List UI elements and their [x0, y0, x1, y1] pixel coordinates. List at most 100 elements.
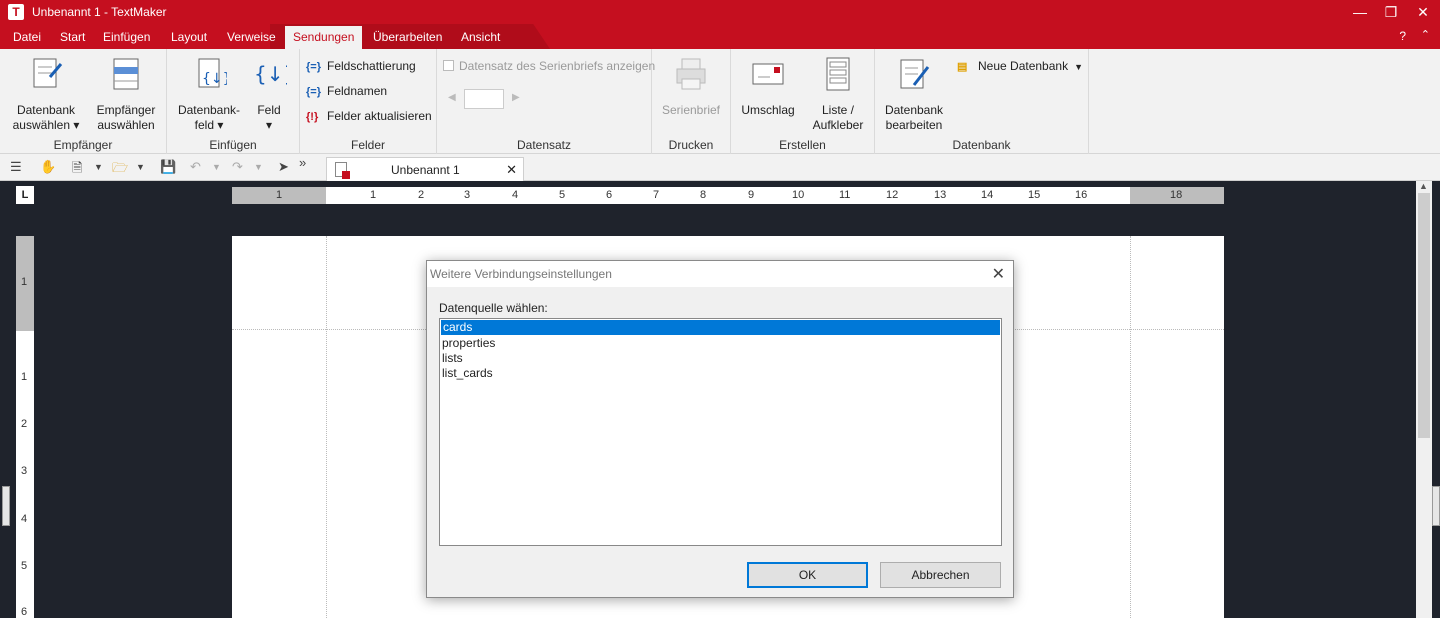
pointer-icon[interactable]: ➤: [278, 159, 289, 175]
field-shading-icon: {=}: [306, 61, 321, 73]
group-einfuegen: {↓} Datenbank- feld ▾ {↓} Feld ▾ Einfüge…: [167, 49, 300, 154]
umschlag-button[interactable]: Umschlag: [737, 55, 799, 118]
title-bar: T Unbenannt 1 - TextMaker — ❐ ✕: [0, 0, 1440, 24]
empfaenger-auswaehlen-button[interactable]: Empfänger auswählen: [90, 55, 162, 133]
textmaker-app-icon[interactable]: T: [8, 4, 24, 20]
open-folder-icon[interactable]: 🗁: [112, 159, 128, 181]
record-number-input[interactable]: [464, 89, 504, 109]
minimize-icon[interactable]: —: [1350, 2, 1370, 22]
ruler-number: 11: [839, 189, 851, 201]
liste-aufkleber-button[interactable]: Liste / Aufkleber: [805, 55, 871, 133]
group-label-datenbank: Datenbank: [952, 138, 1011, 152]
left-sidebar-handle[interactable]: [2, 486, 10, 526]
datensatz-anzeigen-checkbox[interactable]: Datensatz des Serienbriefs anzeigen: [443, 59, 655, 73]
new-document-icon[interactable]: 🗎: [72, 159, 82, 181]
list-item[interactable]: properties: [440, 336, 1001, 351]
menu-start[interactable]: Start: [60, 30, 85, 44]
edit-database-icon: [900, 59, 930, 89]
abbrechen-button[interactable]: Abbrechen: [880, 562, 1001, 588]
new-document-dropdown-icon[interactable]: ▼: [94, 162, 103, 172]
dialog-close-icon[interactable]: ✕: [992, 264, 1005, 284]
feldschattierung-button[interactable]: {=} Feldschattierung: [306, 59, 416, 73]
group-label-erstellen: Erstellen: [779, 138, 826, 152]
datenbank-auswaehlen-button[interactable]: Datenbank auswählen ▾: [10, 55, 82, 133]
scroll-up-icon[interactable]: ▲: [1419, 181, 1428, 191]
recipients-list-icon: [113, 58, 139, 90]
horizontal-ruler[interactable]: 1 1 2 3 4 5 6 7 8 9 10 11 12 13 14 15 16…: [232, 187, 1224, 204]
scrollbar-thumb[interactable]: [1418, 193, 1430, 438]
ruler-number: 13: [934, 189, 947, 201]
tab-stop-selector[interactable]: L: [16, 186, 34, 204]
close-icon[interactable]: ✕: [1413, 2, 1433, 22]
menu-verweise[interactable]: Verweise: [227, 30, 276, 44]
list-item[interactable]: list_cards: [440, 366, 1001, 381]
ruler-number: 12: [886, 189, 899, 201]
collapse-ribbon-icon[interactable]: ⌃: [1421, 28, 1430, 41]
save-icon[interactable]: 💾: [160, 159, 176, 175]
list-item[interactable]: cards: [441, 320, 1000, 335]
datenquelle-listbox[interactable]: cards properties lists list_cards: [439, 318, 1002, 546]
document-tab[interactable]: Unbenannt 1 ✕: [326, 157, 524, 181]
verbindungseinstellungen-dialog: Weitere Verbindungseinstellungen ✕ Daten…: [426, 260, 1014, 598]
ruler-number: 18: [1170, 189, 1183, 201]
update-fields-icon: {!}: [306, 111, 319, 123]
undo-dropdown-icon[interactable]: ▼: [212, 162, 221, 172]
vertical-ruler[interactable]: 1 1 2 3 4 5 6: [16, 236, 34, 618]
menu-layout[interactable]: Layout: [171, 30, 207, 44]
list-item[interactable]: lists: [440, 351, 1001, 366]
right-sidebar-handle[interactable]: [1432, 486, 1440, 526]
group-label-datensatz: Datensatz: [516, 138, 572, 152]
ruler-number: 10: [792, 189, 805, 201]
ruler-number: 5: [21, 560, 28, 572]
group-datensatz: Datensatz des Serienbriefs anzeigen ◀ ▶ …: [437, 49, 655, 154]
help-icon[interactable]: ?: [1399, 29, 1406, 43]
menu-sendungen[interactable]: Sendungen: [285, 26, 363, 49]
ruler-number: 1: [21, 371, 28, 383]
group-drucken: Serienbrief Drucken: [652, 49, 731, 154]
textmaker-document-icon: [335, 162, 350, 179]
feldnamen-button[interactable]: {=} Feldnamen: [306, 84, 387, 98]
ruler-number: 2: [418, 189, 425, 201]
menu-hamburger-icon[interactable]: ☰: [10, 159, 22, 175]
restore-icon[interactable]: ❐: [1381, 2, 1401, 22]
menu-ueberarbeiten[interactable]: Überarbeiten: [373, 30, 442, 44]
database-wrench-icon: [33, 58, 63, 88]
group-erstellen: Umschlag Liste / Aufkleber Erstellen: [731, 49, 875, 154]
ruler-number: 3: [464, 189, 471, 201]
open-dropdown-icon[interactable]: ▼: [136, 162, 145, 172]
menu-ansicht[interactable]: Ansicht: [461, 30, 500, 44]
ruler-number: 4: [21, 513, 28, 525]
ruler-number: 3: [21, 465, 28, 477]
new-database-icon: ▤: [957, 61, 968, 73]
margin-guide: [1130, 236, 1131, 618]
database-field-icon: {↓}: [198, 58, 232, 88]
hand-tool-icon[interactable]: ✋: [40, 159, 56, 175]
datenbankfeld-button[interactable]: {↓} Datenbank- feld ▾: [173, 55, 245, 133]
more-tools-icon[interactable]: »: [299, 155, 306, 170]
ruler-number: 1: [370, 189, 377, 201]
menu-datei[interactable]: Datei: [13, 30, 41, 44]
next-record-icon[interactable]: ▶: [512, 92, 520, 103]
ruler-number: 5: [559, 189, 566, 201]
dialog-title: Weitere Verbindungseinstellungen: [430, 267, 612, 281]
neue-datenbank-button[interactable]: ▤ Neue Datenbank ▼: [957, 59, 1083, 73]
serienbrief-button[interactable]: Serienbrief: [656, 55, 726, 118]
redo-icon[interactable]: ↷: [232, 159, 243, 175]
svg-text:{↓}: {↓}: [254, 62, 287, 86]
datenquelle-label: Datenquelle wählen:: [439, 301, 548, 315]
vertical-scrollbar[interactable]: ▲: [1416, 181, 1432, 618]
close-tab-icon[interactable]: ✕: [506, 162, 517, 178]
menu-einfuegen[interactable]: Einfügen: [103, 30, 150, 44]
felder-aktualisieren-button[interactable]: {!} Felder aktualisieren: [306, 109, 432, 123]
ribbon: Datenbank auswählen ▾ Empfänger auswähle…: [0, 49, 1440, 154]
redo-dropdown-icon[interactable]: ▼: [254, 162, 263, 172]
window-title: Unbenannt 1 - TextMaker: [32, 5, 167, 19]
ruler-number: 4: [512, 189, 519, 201]
previous-record-icon[interactable]: ◀: [448, 92, 456, 103]
datenbank-bearbeiten-button[interactable]: Datenbank bearbeiten: [881, 55, 947, 133]
undo-icon[interactable]: ↶: [190, 159, 201, 175]
ruler-number: 14: [981, 189, 994, 201]
ok-button[interactable]: OK: [747, 562, 868, 588]
feld-button[interactable]: {↓} Feld ▾: [247, 55, 296, 133]
checkbox-icon: [443, 60, 454, 71]
